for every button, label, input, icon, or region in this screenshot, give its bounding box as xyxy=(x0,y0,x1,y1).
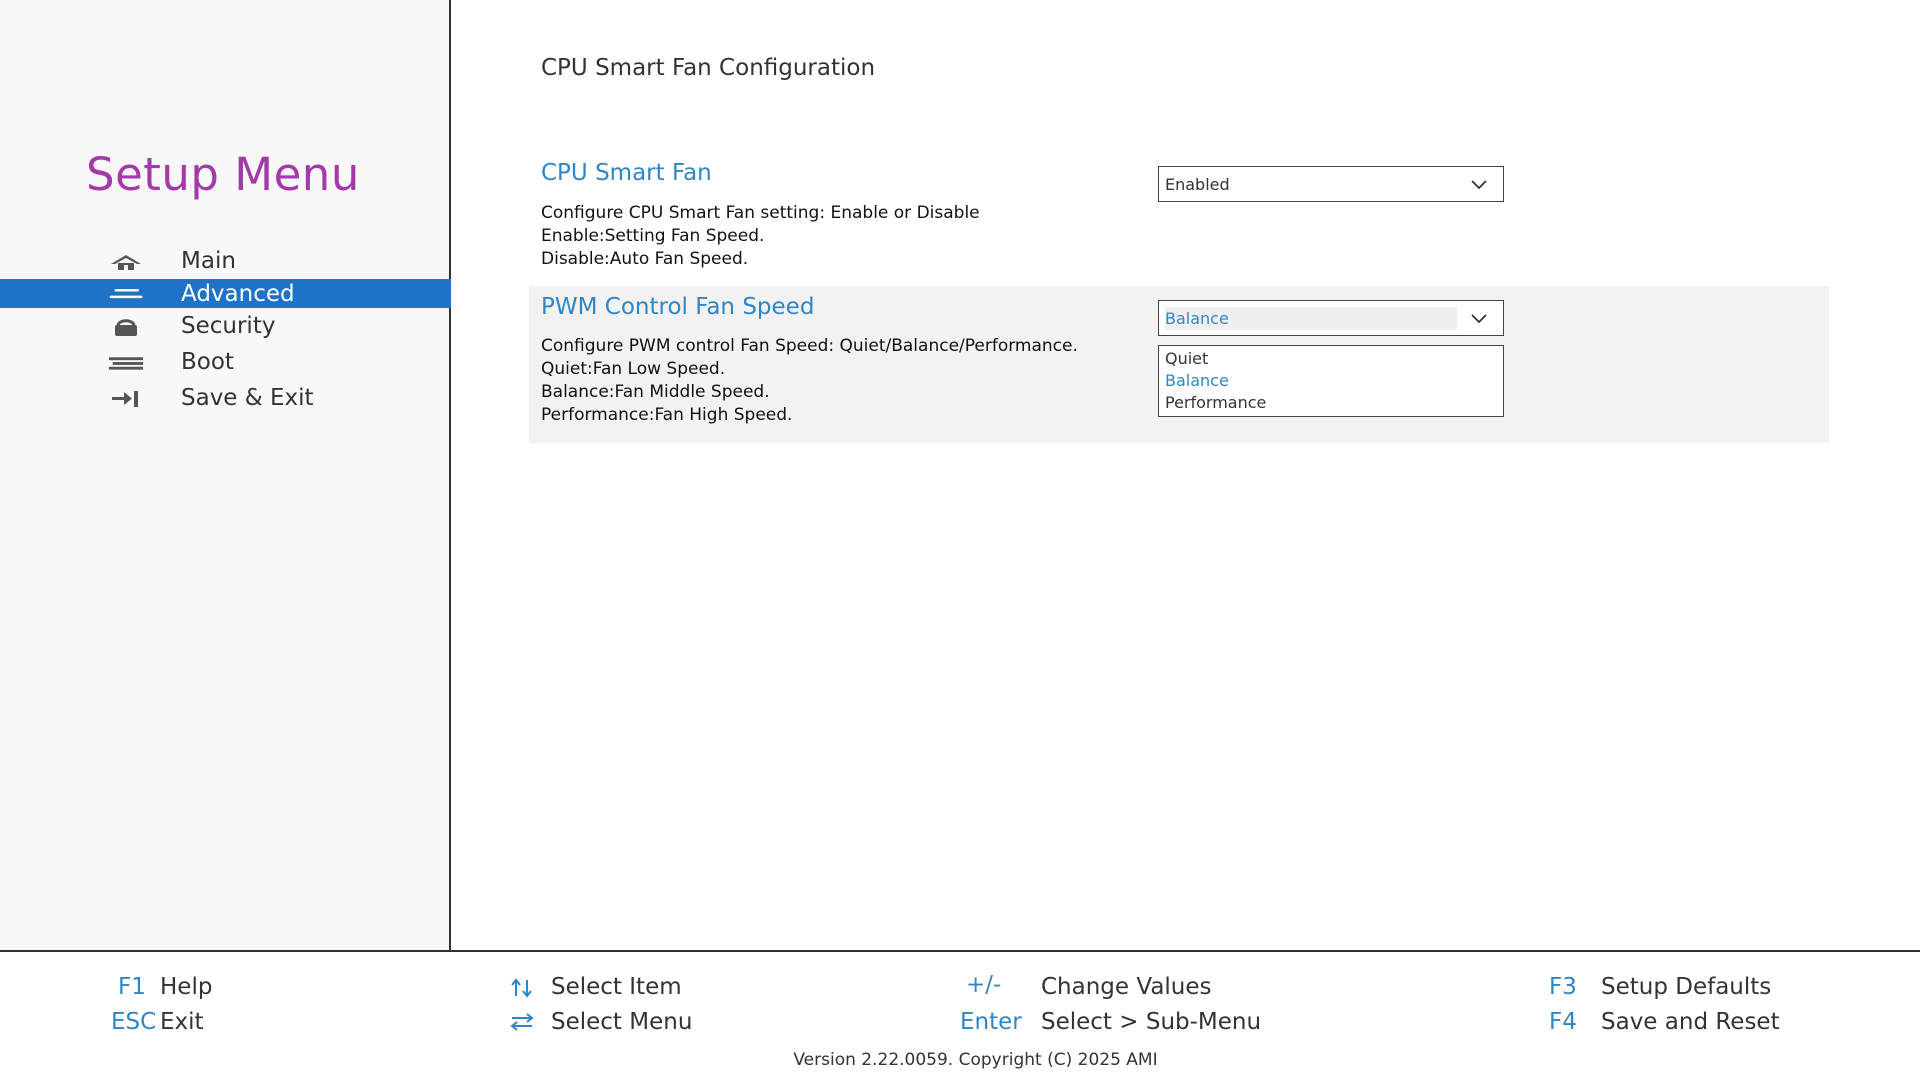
pwm-fan-speed-dropdown[interactable]: Balance xyxy=(1158,300,1504,336)
key-label: Select Item xyxy=(551,974,682,1000)
pwm-fan-speed-options: Quiet Balance Performance xyxy=(1158,345,1504,417)
chevron-down-icon xyxy=(1471,177,1485,191)
sidebar-item-security[interactable]: Security xyxy=(0,308,451,344)
sidebar: Setup Menu Main Advanced Security Boot xyxy=(0,0,451,950)
description-line: Performance:Fan High Speed. xyxy=(541,404,1078,427)
sidebar-item-main[interactable]: Main xyxy=(0,243,451,279)
exit-icon xyxy=(108,388,144,410)
key-label: Exit xyxy=(160,1009,204,1035)
page-title: CPU Smart Fan Configuration xyxy=(541,55,875,81)
sidebar-item-label: Advanced xyxy=(181,281,295,307)
dropdown-value: Balance xyxy=(1165,307,1457,330)
setting-name: CPU Smart Fan xyxy=(541,160,712,186)
option-balance[interactable]: Balance xyxy=(1165,370,1497,392)
setup-menu-title: Setup Menu xyxy=(86,148,360,201)
version-copyright: Version 2.22.0059. Copyright (C) 2025 AM… xyxy=(0,1050,1920,1070)
sidebar-item-label: Save & Exit xyxy=(181,385,314,411)
sidebar-nav: Main Advanced Security Boot Save & Exit xyxy=(0,243,451,416)
home-icon xyxy=(108,251,144,273)
description-line: Balance:Fan Middle Speed. xyxy=(541,381,1078,404)
description-line: Configure CPU Smart Fan setting: Enable … xyxy=(541,202,980,225)
advanced-icon xyxy=(108,283,144,305)
description-line: Configure PWM control Fan Speed: Quiet/B… xyxy=(541,335,1078,358)
leftright-arrows-icon xyxy=(509,1011,535,1039)
footer-keybar: F1 Help ESC Exit Select Item Select Menu… xyxy=(0,950,1920,1080)
key-label: Select > Sub-Menu xyxy=(1041,1009,1261,1035)
sidebar-item-boot[interactable]: Boot xyxy=(0,344,451,380)
key-label: Save and Reset xyxy=(1601,1009,1780,1035)
boot-icon xyxy=(108,352,144,374)
main-panel: CPU Smart Fan Configuration CPU Smart Fa… xyxy=(453,0,1920,950)
key-esc: ESC xyxy=(111,1009,156,1035)
sidebar-item-advanced[interactable]: Advanced xyxy=(0,279,451,308)
key-f1: F1 xyxy=(118,974,146,1000)
option-performance[interactable]: Performance xyxy=(1165,392,1497,414)
description-line: Disable:Auto Fan Speed. xyxy=(541,248,980,271)
setting-description: Configure CPU Smart Fan setting: Enable … xyxy=(541,202,980,271)
sidebar-item-label: Security xyxy=(181,313,275,339)
sidebar-item-label: Main xyxy=(181,248,236,274)
key-enter: Enter xyxy=(960,1009,1022,1035)
cpu-smart-fan-dropdown[interactable]: Enabled xyxy=(1158,166,1504,202)
description-line: Quiet:Fan Low Speed. xyxy=(541,358,1078,381)
key-label: Setup Defaults xyxy=(1601,974,1771,1000)
option-quiet[interactable]: Quiet xyxy=(1165,348,1497,370)
dropdown-value: Enabled xyxy=(1165,175,1503,194)
key-label: Select Menu xyxy=(551,1009,692,1035)
key-plus-minus: +/- xyxy=(966,972,1001,998)
setting-pwm-control-fan-speed[interactable]: PWM Control Fan Speed Configure PWM cont… xyxy=(529,286,1829,443)
setting-cpu-smart-fan[interactable]: CPU Smart Fan Configure CPU Smart Fan se… xyxy=(529,156,1829,276)
key-label: Change Values xyxy=(1041,974,1212,1000)
sidebar-item-label: Boot xyxy=(181,349,234,375)
updown-arrows-icon xyxy=(509,976,535,1006)
lock-icon xyxy=(108,316,144,338)
sidebar-item-save-exit[interactable]: Save & Exit xyxy=(0,380,451,416)
description-line: Enable:Setting Fan Speed. xyxy=(541,225,980,248)
key-label: Help xyxy=(160,974,212,1000)
setting-name: PWM Control Fan Speed xyxy=(541,294,814,320)
key-f3: F3 xyxy=(1549,974,1577,1000)
setting-description: Configure PWM control Fan Speed: Quiet/B… xyxy=(541,335,1078,427)
key-f4: F4 xyxy=(1549,1009,1577,1035)
chevron-down-icon xyxy=(1471,311,1485,325)
